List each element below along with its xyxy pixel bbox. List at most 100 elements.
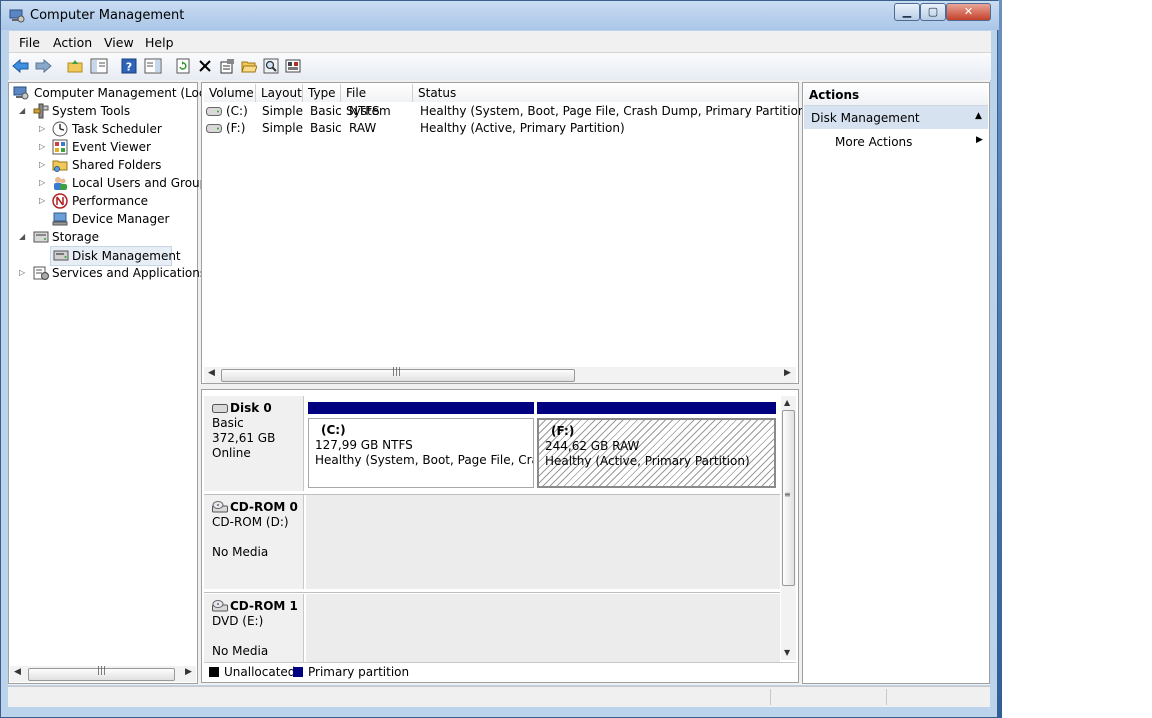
status-divider <box>886 689 887 705</box>
disk-view-vertical-scrollbar[interactable]: ▲ ≡ ▼ <box>781 396 796 660</box>
partition-c[interactable]: (C:) 127,99 GB NTFS Healthy (System, Boo… <box>308 418 534 488</box>
partition-name: (C:) <box>321 423 346 437</box>
action-more-actions[interactable]: More Actions ▶ <box>804 131 988 153</box>
menu-bar: File Action View Help <box>9 31 991 53</box>
tree-item-label: Task Scheduler <box>72 122 162 136</box>
layout-cell: Simple <box>262 121 303 135</box>
volume-cell: (F:) <box>226 121 246 135</box>
legend-label-primary: Primary partition <box>308 665 410 679</box>
scroll-left-arrow-icon[interactable]: ◀ <box>208 368 215 378</box>
menu-view[interactable]: View <box>104 35 134 50</box>
show-hide-tree-icon[interactable] <box>89 56 109 76</box>
collapsed-arrow-icon[interactable]: ▷ <box>39 120 45 138</box>
collapsed-arrow-icon[interactable]: ▷ <box>39 192 45 210</box>
collapsed-arrow-icon[interactable]: ▷ <box>39 138 45 156</box>
disk-icon <box>212 404 228 413</box>
device-manager-icon <box>52 212 68 226</box>
disk-type: Basic <box>212 416 244 430</box>
table-row[interactable]: (F:) Simple Basic RAW Healthy (Active, P… <box>204 120 796 137</box>
scroll-grip-icon: ||| <box>97 666 107 676</box>
users-icon <box>54 177 67 190</box>
disk-0-partitions: (C:) 127,99 GB NTFS Healthy (System, Boo… <box>306 396 780 491</box>
volume-cell: (C:) <box>226 104 248 118</box>
divider <box>204 592 780 593</box>
scroll-right-arrow-icon[interactable]: ▶ <box>185 667 192 677</box>
tree-horizontal-scrollbar[interactable]: ◀ ||| ▶ <box>10 666 196 682</box>
properties-icon[interactable] <box>217 56 237 76</box>
volume-list-horizontal-scrollbar[interactable]: ◀ ||| ▶ <box>204 367 796 383</box>
legend: Unallocated Primary partition <box>204 662 796 682</box>
partition-bar <box>537 402 776 414</box>
scroll-left-arrow-icon[interactable]: ◀ <box>14 667 21 677</box>
computer-management-icon <box>13 86 29 100</box>
menu-file[interactable]: File <box>19 35 40 50</box>
scroll-down-arrow-icon[interactable]: ▼ <box>784 648 790 657</box>
computer-management-icon <box>9 9 25 23</box>
partition-status: Healthy (Active, Primary Partition) <box>545 454 750 468</box>
disk-state: No Media <box>212 545 269 559</box>
find-icon[interactable] <box>261 56 281 76</box>
storage-icon <box>33 231 49 243</box>
legend-swatch-unallocated <box>209 667 219 677</box>
cd-drive-icon <box>212 501 228 513</box>
up-folder-icon[interactable] <box>65 56 85 76</box>
tree-item-label: System Tools <box>52 104 131 118</box>
column-header-volume[interactable]: Volume <box>204 84 256 102</box>
scroll-right-arrow-icon[interactable]: ▶ <box>784 368 791 378</box>
help-icon[interactable]: ? <box>119 56 139 76</box>
disk-0-info[interactable]: Disk 0 Basic 372,61 GB Online <box>204 396 304 491</box>
expanded-arrow-icon[interactable]: ◢ <box>19 102 25 120</box>
volume-list: Volume Layout Type File System Status (C… <box>201 82 810 384</box>
close-button[interactable]: ✕ <box>946 3 991 21</box>
partition-name: (F:) <box>551 424 575 438</box>
disk-properties-icon[interactable] <box>283 56 303 76</box>
partition-size: 127,99 GB NTFS <box>315 438 413 452</box>
back-icon[interactable] <box>11 56 31 76</box>
menu-help[interactable]: Help <box>145 35 174 50</box>
status-cell: Healthy (System, Boot, Page File, Crash … <box>420 104 811 118</box>
tree-item-label: Services and Applications <box>52 266 207 280</box>
open-folder-icon[interactable] <box>239 56 259 76</box>
disk-graphical-view: Disk 0 Basic 372,61 GB Online (C:) 127,9… <box>201 389 799 683</box>
column-header-type[interactable]: Type <box>303 84 341 102</box>
minimize-button[interactable]: ▁ <box>894 3 920 21</box>
delete-icon[interactable] <box>195 56 215 76</box>
collapse-up-icon[interactable]: ▲ <box>975 111 982 121</box>
disk-type: CD-ROM (D:) <box>212 515 289 529</box>
collapsed-arrow-icon[interactable]: ▷ <box>19 264 25 282</box>
tree-item-label: Local Users and Groups <box>72 176 214 190</box>
maximize-button[interactable]: ▢ <box>920 3 946 21</box>
cd-drive-icon <box>212 600 228 612</box>
svg-text:?: ? <box>126 61 132 74</box>
partition-bar <box>308 402 534 414</box>
navigation-tree: Computer Management (Local ◢ System Tool… <box>8 82 216 684</box>
tree-item-label: Storage <box>52 230 99 244</box>
forward-icon[interactable] <box>33 56 53 76</box>
actions-section-disk-management[interactable]: Disk Management ▲ <box>804 106 988 129</box>
tree-item-label: Device Manager <box>72 212 170 226</box>
tree-item-disk-management[interactable]: Disk Management <box>50 246 181 266</box>
services-icon <box>33 266 49 280</box>
disk-size <box>212 629 303 644</box>
show-hide-action-pane-icon[interactable] <box>143 56 163 76</box>
menu-action[interactable]: Action <box>53 35 92 50</box>
table-row[interactable]: (C:) Simple Basic NTFS Healthy (System, … <box>204 103 810 120</box>
collapsed-arrow-icon[interactable]: ▷ <box>39 174 45 192</box>
tree-item-label: Computer Management (Local <box>34 86 217 100</box>
title-bar[interactable]: Computer Management ▁ ▢ ✕ <box>1 1 999 30</box>
scroll-grip-icon: ||| <box>392 367 402 377</box>
drive-icon <box>206 107 222 116</box>
collapsed-arrow-icon[interactable]: ▷ <box>39 156 45 174</box>
expanded-arrow-icon[interactable]: ◢ <box>19 228 25 246</box>
column-header-file-system[interactable]: File System <box>341 84 413 118</box>
column-header-layout[interactable]: Layout <box>256 84 303 102</box>
column-header-status[interactable]: Status <box>413 84 798 102</box>
scroll-up-arrow-icon[interactable]: ▲ <box>784 398 790 407</box>
cdrom-0-info[interactable]: CD-ROM 0 CD-ROM (D:) No Media <box>204 495 304 589</box>
status-cell: Healthy (Active, Primary Partition) <box>420 121 625 135</box>
refresh-icon[interactable] <box>173 56 193 76</box>
window-title: Computer Management <box>30 8 185 23</box>
partition-f[interactable]: (F:) 244,62 GB RAW Healthy (Active, Prim… <box>537 418 776 488</box>
drive-icon <box>206 124 222 133</box>
performance-icon <box>52 193 68 209</box>
